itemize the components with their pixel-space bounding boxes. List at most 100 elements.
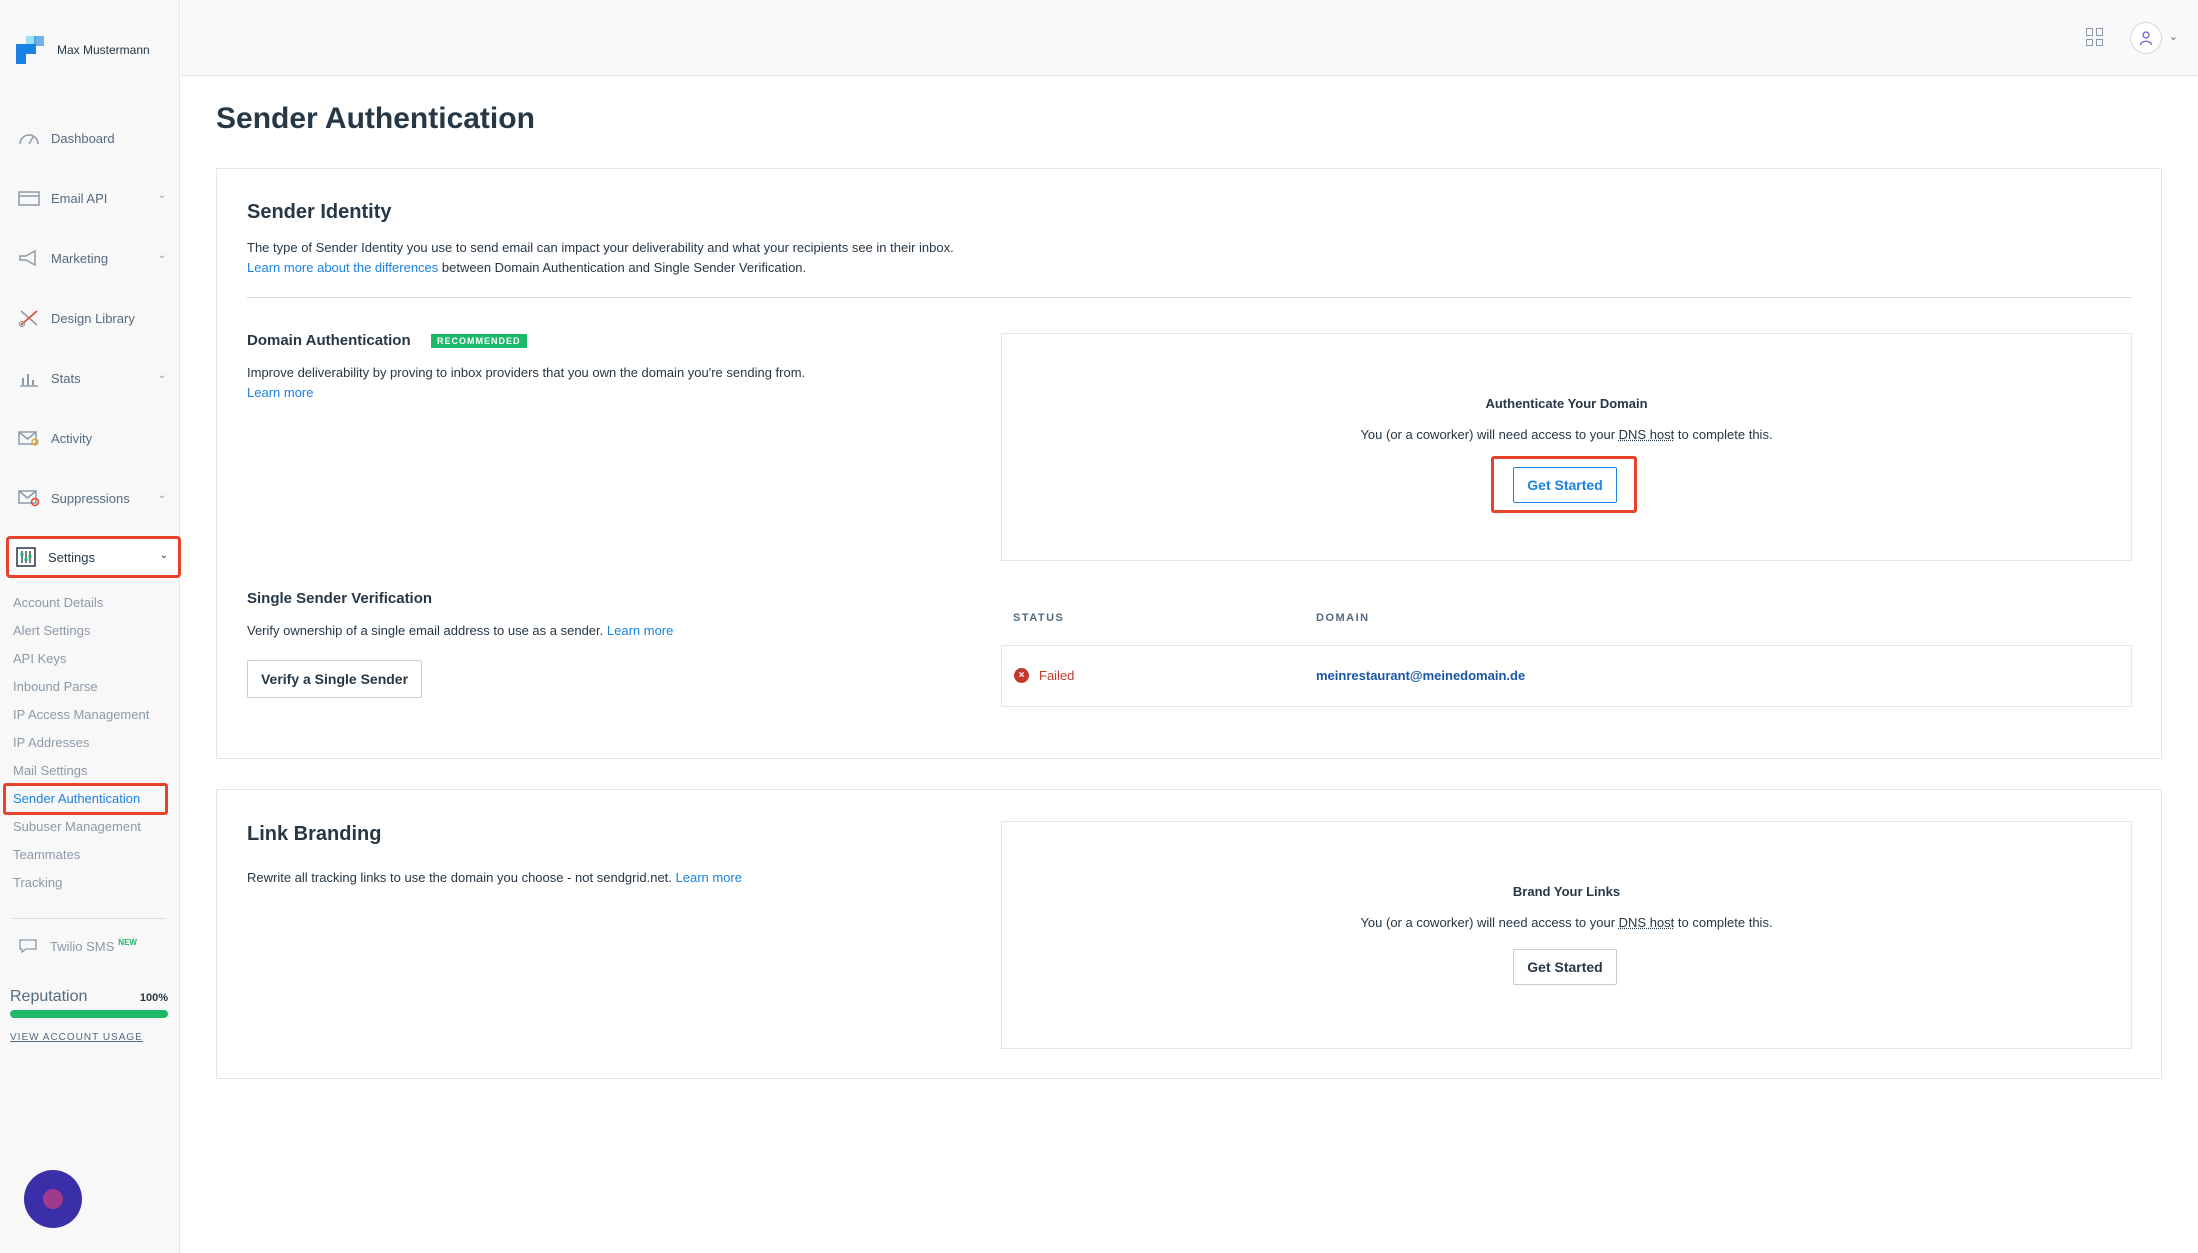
link-branding-learn-more[interactable]: Learn more [676,870,742,885]
settings-icon [14,547,38,567]
sidebar-divider [13,918,165,919]
brand-links-text: You (or a coworker) will need access to … [1360,915,1773,930]
top-bar: ⌄ [181,0,2198,76]
sendgrid-logo-icon [16,36,44,64]
email-api-icon [17,188,41,208]
dashboard-icon [17,128,41,148]
authenticate-domain-panel: Authenticate Your Domain You (or a cowor… [1001,333,2132,561]
chevron-down-icon: ⌄ [159,550,168,561]
status-text: Failed [1039,668,1075,683]
activity-icon [17,428,41,448]
stats-icon [17,368,41,388]
reputation-meter: Reputation 100% [10,988,168,1018]
single-sender-description-line: Verify ownership of a single email addre… [247,623,673,638]
learn-differences-suffix: between Domain Authentication and Single… [438,260,807,275]
user-icon [2139,31,2153,46]
authenticate-domain-title: Authenticate Your Domain [1485,396,1648,411]
nav-stats[interactable]: Stats ⌄ [12,358,176,398]
dns-host-term: DNS host [1618,427,1675,442]
app-grid-icon[interactable] [2086,28,2104,46]
domain-authentication-description: Improve deliverability by proving to inb… [247,365,806,380]
link-branding-card: Link Branding Rewrite all tracking links… [216,789,2162,1079]
settings-tracking[interactable]: Tracking [13,875,62,890]
chat-bubble-icon [18,938,38,954]
table-row: × Failed meinrestaurant@meinedomain.de [1001,645,2132,707]
link-branding-description-line: Rewrite all tracking links to use the do… [247,870,742,885]
view-account-usage-link[interactable]: VIEW ACCOUNT USAGE [10,1032,143,1043]
recommended-badge: RECOMMENDED [431,334,527,348]
account-switcher[interactable]: Max Mustermann [16,36,150,64]
nav-marketing-label: Marketing [51,250,109,266]
reputation-bar-fill [10,1010,168,1018]
settings-api-keys[interactable]: API Keys [13,651,66,666]
domain-authentication-learn-more[interactable]: Learn more [247,385,313,400]
brand-links-get-started-button[interactable]: Get Started [1513,949,1617,985]
section-divider [247,297,2132,298]
nav-suppressions[interactable]: Suppressions ⌄ [12,478,176,518]
chat-icon [43,1189,63,1209]
user-menu-button[interactable] [2130,22,2162,54]
nav-activity-label: Activity [51,430,93,446]
sender-identity-title: Sender Identity [247,201,392,223]
design-library-icon [17,308,41,328]
nav-activity[interactable]: Activity [12,418,176,458]
sender-identity-card: Sender Identity The type of Sender Ident… [216,168,2162,759]
settings-ip-addresses[interactable]: IP Addresses [13,735,89,750]
chevron-down-icon: ⌄ [157,250,166,261]
link-branding-title: Link Branding [247,823,382,845]
settings-mail-settings[interactable]: Mail Settings [13,763,87,778]
chevron-down-icon: ⌄ [157,370,166,381]
settings-account-details[interactable]: Account Details [13,595,103,610]
nav-marketing[interactable]: Marketing ⌄ [12,238,176,278]
verify-single-sender-button[interactable]: Verify a Single Sender [247,660,422,698]
nav-design-library-label: Design Library [51,310,135,326]
settings-inbound-parse[interactable]: Inbound Parse [13,679,98,694]
nav-settings-label: Settings [48,549,95,565]
brand-links-title: Brand Your Links [1512,884,1621,899]
authenticate-domain-text: You (or a coworker) will need access to … [1360,427,1773,442]
sender-identity-description: The type of Sender Identity you use to s… [247,240,954,255]
single-sender-description: Verify ownership of a single email addre… [247,623,607,638]
nav-twilio-sms[interactable]: Twilio SMS NEW [18,938,137,954]
status-column-header: STATUS [1013,612,1065,624]
megaphone-icon [17,248,41,268]
status-cell: × Failed [1014,668,1074,683]
nav-dashboard-label: Dashboard [51,130,115,146]
chevron-down-icon[interactable]: ⌄ [2169,30,2178,43]
link-branding-description: Rewrite all tracking links to use the do… [247,870,676,885]
nav-dashboard[interactable]: Dashboard [12,118,176,158]
new-badge: NEW [118,937,137,947]
twilio-sms-label: Twilio SMS [50,938,115,954]
sender-identity-learn-line: Learn more about the differences between… [247,260,806,275]
sidebar: Max Mustermann Dashboard Email API ⌄ Mar… [0,0,181,1253]
failed-x-icon: × [1014,668,1029,683]
sender-email-link[interactable]: meinrestaurant@meinedomain.de [1316,668,1525,683]
settings-ip-access-management[interactable]: IP Access Management [13,707,149,722]
suppressions-icon [17,488,41,508]
brand-links-panel: Brand Your Links You (or a coworker) wil… [1001,821,2132,1049]
authenticate-domain-get-started-button[interactable]: Get Started [1513,467,1617,503]
settings-subuser-management[interactable]: Subuser Management [13,819,141,834]
settings-alert-settings[interactable]: Alert Settings [13,623,90,638]
chat-launcher-button[interactable] [24,1170,82,1228]
chevron-down-icon: ⌄ [157,490,166,501]
nav-email-api[interactable]: Email API ⌄ [12,178,176,218]
domain-column-header: DOMAIN [1316,612,1370,624]
settings-teammates[interactable]: Teammates [13,847,80,862]
reputation-value: 100% [139,992,168,1004]
nav-design-library[interactable]: Design Library [12,298,176,338]
account-name: Max Mustermann [57,43,150,57]
settings-sender-authentication[interactable]: Sender Authentication [3,783,168,815]
domain-authentication-title: Domain Authentication [247,332,411,349]
reputation-label: Reputation [10,988,88,1005]
page-title: Sender Authentication [216,102,535,135]
learn-differences-link[interactable]: Learn more about the differences [247,260,438,275]
nav-suppressions-label: Suppressions [51,490,130,506]
chevron-down-icon: ⌄ [157,190,166,201]
single-sender-title: Single Sender Verification [247,590,433,607]
single-sender-learn-more[interactable]: Learn more [607,623,673,638]
dns-host-term: DNS host [1618,915,1675,930]
reputation-bar [10,1010,168,1018]
nav-email-api-label: Email API [51,190,108,206]
nav-settings[interactable]: Settings ⌄ [6,536,181,578]
